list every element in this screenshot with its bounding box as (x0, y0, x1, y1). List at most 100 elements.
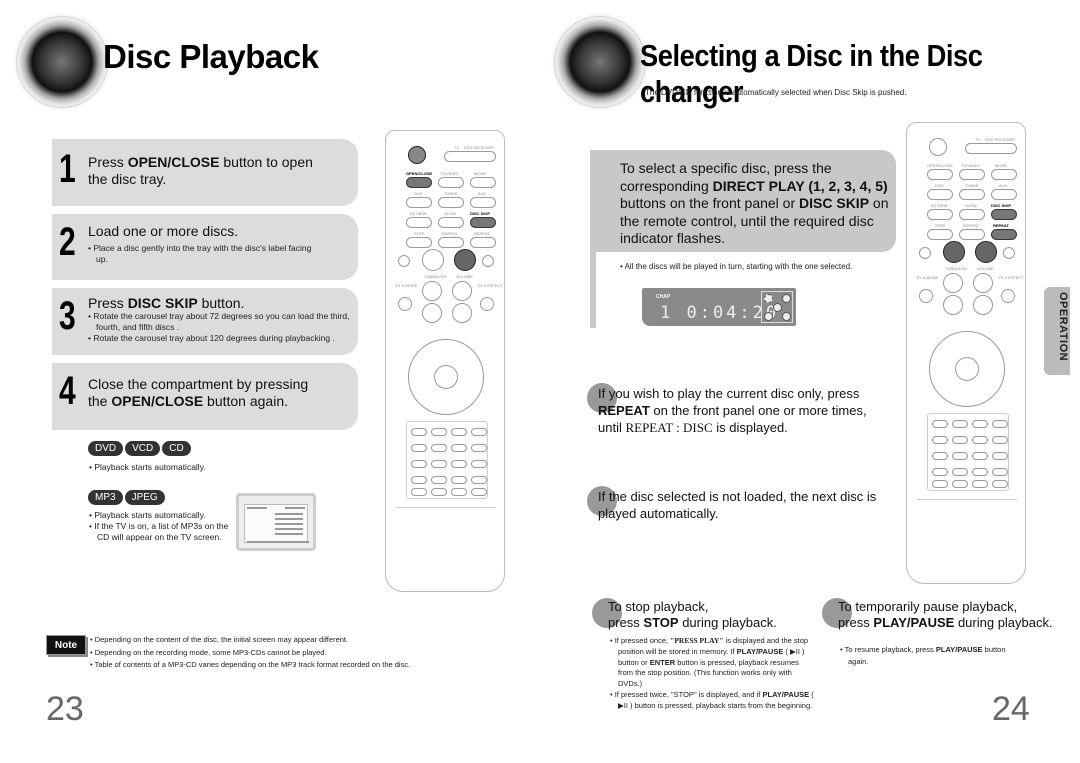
volume-down-button[interactable] (973, 295, 993, 315)
disc-skip-button[interactable] (470, 217, 496, 228)
skip-back-button[interactable] (919, 247, 931, 259)
volume-up-button[interactable] (452, 281, 472, 301)
stop-button[interactable] (422, 249, 444, 271)
display-message: "PRESS PLAY" (670, 636, 724, 645)
pl2-mode-label: PL II MODE (396, 283, 418, 288)
sound-edit-button[interactable] (992, 436, 1008, 444)
num-9[interactable] (972, 452, 988, 460)
tv-dvd-switch[interactable] (965, 143, 1017, 154)
repeat-button[interactable] (470, 237, 496, 248)
test-tone-button[interactable] (992, 420, 1008, 428)
dvd-button[interactable] (927, 189, 953, 200)
play-pause-button[interactable] (975, 241, 997, 263)
test-tone-button[interactable] (471, 428, 487, 436)
num-3[interactable] (451, 428, 467, 436)
pl2-effect-button[interactable] (1001, 289, 1015, 303)
ez-view-button[interactable] (927, 209, 953, 220)
step-button[interactable] (927, 229, 953, 240)
dvd-button[interactable] (406, 197, 432, 208)
open-close-button[interactable] (927, 169, 953, 180)
dvd-label: DVD (414, 191, 423, 196)
skip-forward-button[interactable] (482, 255, 494, 267)
text: button again. (203, 393, 289, 409)
skip-forward-button[interactable] (1003, 247, 1015, 259)
logo-button[interactable] (932, 480, 948, 488)
mode-button[interactable] (470, 177, 496, 188)
zoom-button[interactable] (992, 468, 1008, 476)
enter-button[interactable] (955, 357, 979, 381)
num-3[interactable] (972, 420, 988, 428)
num-4[interactable] (932, 436, 948, 444)
mode-button[interactable] (991, 169, 1017, 180)
tuning-up-button[interactable] (422, 281, 442, 301)
repeat-button[interactable] (991, 229, 1017, 240)
tv-video-button[interactable] (438, 177, 464, 188)
screen-line (275, 533, 303, 535)
volume-down-button[interactable] (452, 303, 472, 323)
battery-cover (917, 499, 1017, 579)
logo-button[interactable] (411, 488, 427, 496)
num-7[interactable] (411, 460, 427, 468)
num-8[interactable] (952, 452, 968, 460)
tuning-up-button[interactable] (943, 273, 963, 293)
num-8[interactable] (431, 460, 447, 468)
dsp-eq-button[interactable] (438, 237, 464, 248)
num-1[interactable] (932, 420, 948, 428)
volume-up-button[interactable] (973, 273, 993, 293)
slide-mode-button[interactable] (431, 488, 447, 496)
tuning-down-button[interactable] (422, 303, 442, 323)
pl2-mode-button[interactable] (398, 297, 412, 311)
sleep-button[interactable] (411, 476, 427, 484)
pl2-mode-button[interactable] (919, 289, 933, 303)
power-button[interactable] (408, 146, 426, 164)
battery-cover (396, 507, 496, 587)
slide-mode-button[interactable] (952, 480, 968, 488)
num-4[interactable] (411, 444, 427, 452)
num-2[interactable] (952, 420, 968, 428)
power-button[interactable] (929, 138, 947, 156)
digest-button[interactable] (451, 488, 467, 496)
cancel-button[interactable] (451, 476, 467, 484)
tuner-button[interactable] (959, 189, 985, 200)
digest-button[interactable] (972, 480, 988, 488)
tv-dvd-switch[interactable] (444, 151, 496, 162)
num-2[interactable] (431, 428, 447, 436)
sub-button[interactable] (471, 460, 487, 468)
num-5[interactable] (952, 436, 968, 444)
sub-button[interactable] (992, 452, 1008, 460)
num-0[interactable] (431, 476, 447, 484)
step-button[interactable] (406, 237, 432, 248)
num-7[interactable] (932, 452, 948, 460)
pl2-effect-button[interactable] (480, 297, 494, 311)
enter-button[interactable] (434, 365, 458, 389)
sleep-button[interactable] (932, 468, 948, 476)
num-0[interactable] (952, 468, 968, 476)
aux-button[interactable] (470, 197, 496, 208)
dsp-eq-button[interactable] (959, 229, 985, 240)
play-pause-button[interactable] (454, 249, 476, 271)
zoom-button[interactable] (471, 476, 487, 484)
remain-button[interactable] (992, 480, 1008, 488)
bullet: If pressed twice, "STOP" is displayed, a… (610, 690, 815, 712)
remain-button[interactable] (471, 488, 487, 496)
open-close-button[interactable] (406, 177, 432, 188)
disc-skip-button[interactable] (991, 209, 1017, 220)
tv-video-button[interactable] (959, 169, 985, 180)
aux-button[interactable] (991, 189, 1017, 200)
slow-button[interactable] (438, 217, 464, 228)
ez-view-button[interactable] (406, 217, 432, 228)
cancel-button[interactable] (972, 468, 988, 476)
tuning-down-button[interactable] (943, 295, 963, 315)
stop-button[interactable] (943, 241, 965, 263)
num-6[interactable] (972, 436, 988, 444)
num-1[interactable] (411, 428, 427, 436)
tuner-button[interactable] (438, 197, 464, 208)
sound-edit-button[interactable] (471, 444, 487, 452)
num-6[interactable] (451, 444, 467, 452)
num-9[interactable] (451, 460, 467, 468)
skip-back-button[interactable] (398, 255, 410, 267)
page-subtitle: The DVD/CD function is automatically sel… (645, 88, 907, 97)
slow-button[interactable] (959, 209, 985, 220)
num-5[interactable] (431, 444, 447, 452)
front-panel-display: CHAP 1 0:04:20 (642, 288, 796, 326)
